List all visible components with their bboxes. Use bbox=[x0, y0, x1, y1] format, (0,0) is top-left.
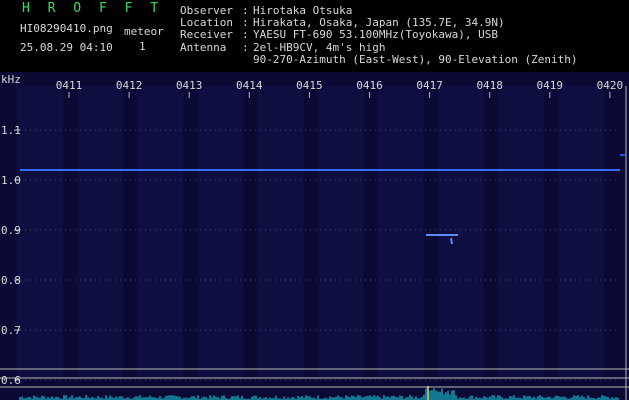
receiver-key: Receiver bbox=[180, 28, 233, 42]
x-tick-label: 0413 bbox=[176, 79, 203, 92]
x-tick-label: 0411 bbox=[56, 79, 83, 92]
y-tick-label: 0.6 bbox=[1, 374, 21, 387]
antenna-value-2: 90-270-Azimuth (East-West), 90-Elevation… bbox=[253, 52, 578, 66]
separator: : bbox=[242, 40, 249, 54]
antenna-row: Antenna : 2el-HB9CV, 4m's high bbox=[180, 40, 578, 54]
file-name: HI08290410.png bbox=[20, 22, 113, 35]
y-axis-unit: kHz bbox=[1, 73, 21, 86]
antenna-row-2: 90-270-Azimuth (East-West), 90-Elevation… bbox=[180, 52, 578, 66]
y-tick-label: 0.9 bbox=[1, 224, 21, 237]
x-tick-label: 0419 bbox=[537, 79, 564, 92]
x-tick-label: 0416 bbox=[356, 79, 383, 92]
x-tick-label: 0415 bbox=[296, 79, 323, 92]
receiver-value: YAESU FT-690 53.100MHz(Toyokawa), USB bbox=[253, 28, 499, 42]
y-tick-label: 1.0 bbox=[1, 174, 21, 187]
x-tick-label: 0412 bbox=[116, 79, 143, 92]
receiver-row: Receiver : YAESU FT-690 53.100MHz(Toyoka… bbox=[180, 29, 578, 41]
antenna-value: 2el-HB9CV, 4m's high bbox=[253, 40, 386, 54]
meteor-echo-tail bbox=[450, 237, 453, 245]
y-tick-label: 0.8 bbox=[1, 274, 21, 287]
station-info: Observer : Hirotaka Otsuka Location : Hi… bbox=[180, 4, 578, 66]
x-tick-label: 0414 bbox=[236, 79, 263, 92]
app-brand: H R O F F T bbox=[22, 1, 164, 16]
spectrogram: kHz 0411 0412 0413 0414 0415 0416 0417 0418 0419… bbox=[0, 72, 629, 400]
x-tick-label: 0420 bbox=[597, 79, 624, 92]
y-tick-label: 1.1 bbox=[1, 124, 21, 137]
separator: : bbox=[242, 28, 249, 42]
x-tick-label: 0418 bbox=[476, 79, 503, 92]
header: H R O F F T HI08290410.png 25.08.29 04:1… bbox=[0, 0, 629, 72]
date-time: 25.08.29 04:10 bbox=[20, 41, 113, 54]
meteor-count: 1 bbox=[139, 40, 146, 53]
spectrogram-panel: kHz 0411 0412 0413 0414 0415 0416 0417 0418 0419… bbox=[0, 72, 629, 400]
antenna-key: Antenna bbox=[180, 40, 227, 54]
y-tick-label: 0.7 bbox=[1, 324, 21, 337]
meteor-label: meteor bbox=[124, 25, 164, 38]
x-tick-label: 0417 bbox=[416, 79, 443, 92]
